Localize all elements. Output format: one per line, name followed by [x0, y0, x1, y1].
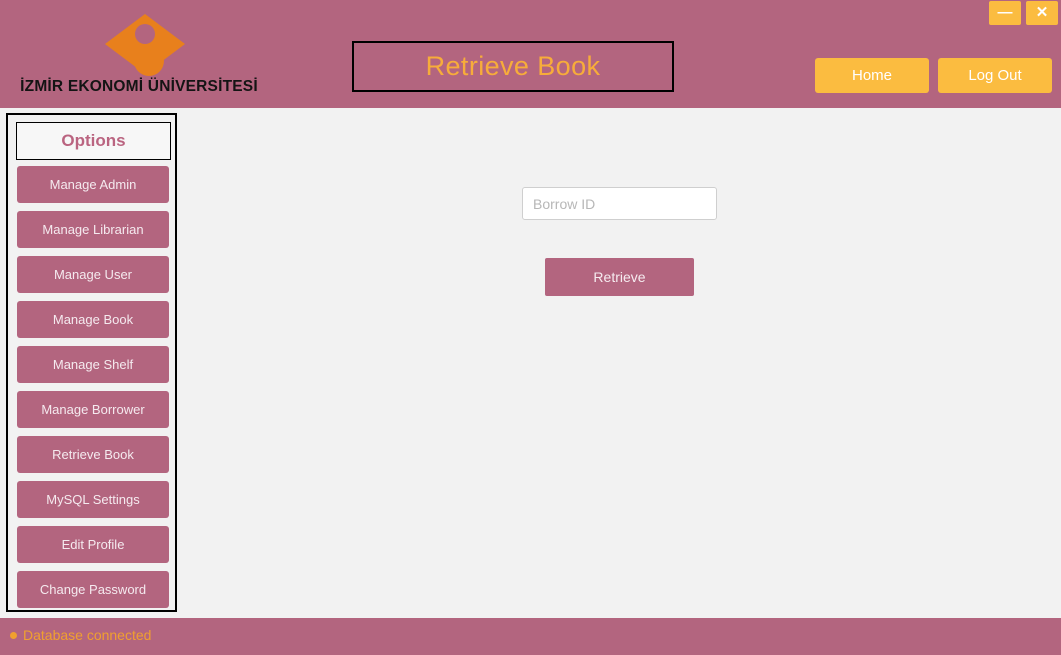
- logout-button[interactable]: Log Out: [938, 58, 1052, 93]
- university-logo-text: İZMİR EKONOMİ ÜNİVERSİTESİ: [20, 78, 258, 95]
- sidebar-header-label: Options: [61, 131, 126, 150]
- university-logo: İZMİR EKONOMİ ÜNİVERSİTESİ: [8, 8, 270, 100]
- sidebar-item-edit-profile[interactable]: Edit Profile: [17, 526, 169, 563]
- page-title-box: Retrieve Book: [352, 41, 674, 92]
- sidebar-header: Options: [16, 122, 171, 160]
- sidebar-item-mysql-settings[interactable]: MySQL Settings: [17, 481, 169, 518]
- retrieve-button[interactable]: Retrieve: [545, 258, 694, 296]
- close-button[interactable]: ✕: [1026, 1, 1058, 25]
- izmir-ekonomi-diamond-logo-icon: [105, 14, 185, 76]
- sidebar-options-panel: Options Manage Admin Manage Librarian Ma…: [6, 113, 177, 612]
- minimize-button[interactable]: —: [989, 1, 1021, 25]
- database-status-label: Database connected: [23, 627, 152, 643]
- sidebar-item-manage-admin[interactable]: Manage Admin: [17, 166, 169, 203]
- sidebar-item-manage-borrower[interactable]: Manage Borrower: [17, 391, 169, 428]
- status-indicator-dot-icon: [10, 631, 17, 639]
- sidebar-item-manage-book[interactable]: Manage Book: [17, 301, 169, 338]
- application-window: İZMİR EKONOMİ ÜNİVERSİTESİ Retrieve Book…: [0, 0, 1061, 655]
- status-bar: Database connected White: [0, 618, 1061, 655]
- home-button[interactable]: Home: [815, 58, 929, 93]
- page-title: Retrieve Book: [425, 51, 601, 81]
- borrow-id-input[interactable]: [522, 187, 717, 220]
- sidebar-item-manage-shelf[interactable]: Manage Shelf: [17, 346, 169, 383]
- sidebar-item-change-password[interactable]: Change Password: [17, 571, 169, 608]
- sidebar-item-retrieve-book[interactable]: Retrieve Book: [17, 436, 169, 473]
- sidebar-item-manage-librarian[interactable]: Manage Librarian: [17, 211, 169, 248]
- header-bar: İZMİR EKONOMİ ÜNİVERSİTESİ Retrieve Book…: [0, 0, 1061, 108]
- database-status: Database connected: [10, 627, 151, 643]
- sidebar-item-manage-user[interactable]: Manage User: [17, 256, 169, 293]
- main-content-area: Retrieve: [178, 109, 1061, 617]
